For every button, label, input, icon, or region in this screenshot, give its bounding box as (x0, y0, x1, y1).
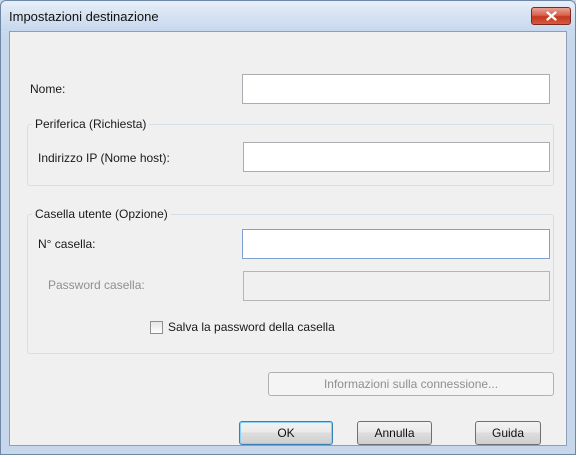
mailbox-group: Casella utente (Opzione) N° casella: Pas… (27, 207, 554, 354)
dialog-body: Nome: Periferica (Richiesta) Indirizzo I… (9, 31, 567, 446)
mailbox-group-legend: Casella utente (Opzione) (32, 207, 171, 221)
window-title: Impostazioni destinazione (9, 9, 159, 24)
name-label: Nome: (30, 82, 66, 96)
box-password-input[interactable] (243, 271, 550, 301)
close-icon (546, 11, 557, 21)
box-number-label: N° casella: (38, 237, 96, 251)
box-password-label: Password casella: (48, 278, 145, 292)
device-group: Periferica (Richiesta) Indirizzo IP (Nom… (27, 117, 554, 186)
ok-button[interactable]: OK (239, 421, 333, 445)
connection-info-button[interactable]: Informazioni sulla connessione... (268, 372, 554, 396)
save-password-checkbox[interactable] (150, 321, 163, 334)
ip-address-input[interactable] (243, 142, 550, 172)
help-button[interactable]: Guida (475, 421, 541, 445)
device-group-legend: Periferica (Richiesta) (32, 117, 150, 131)
name-input[interactable] (242, 74, 550, 104)
cancel-button[interactable]: Annulla (357, 421, 432, 445)
save-password-label[interactable]: Salva la password della casella (168, 320, 335, 334)
box-number-input[interactable] (242, 229, 550, 259)
ip-address-label: Indirizzo IP (Nome host): (38, 151, 170, 165)
title-bar[interactable]: Impostazioni destinazione (1, 1, 575, 31)
close-button[interactable] (531, 7, 571, 25)
dialog-window: Impostazioni destinazione Nome: Periferi… (0, 0, 576, 455)
